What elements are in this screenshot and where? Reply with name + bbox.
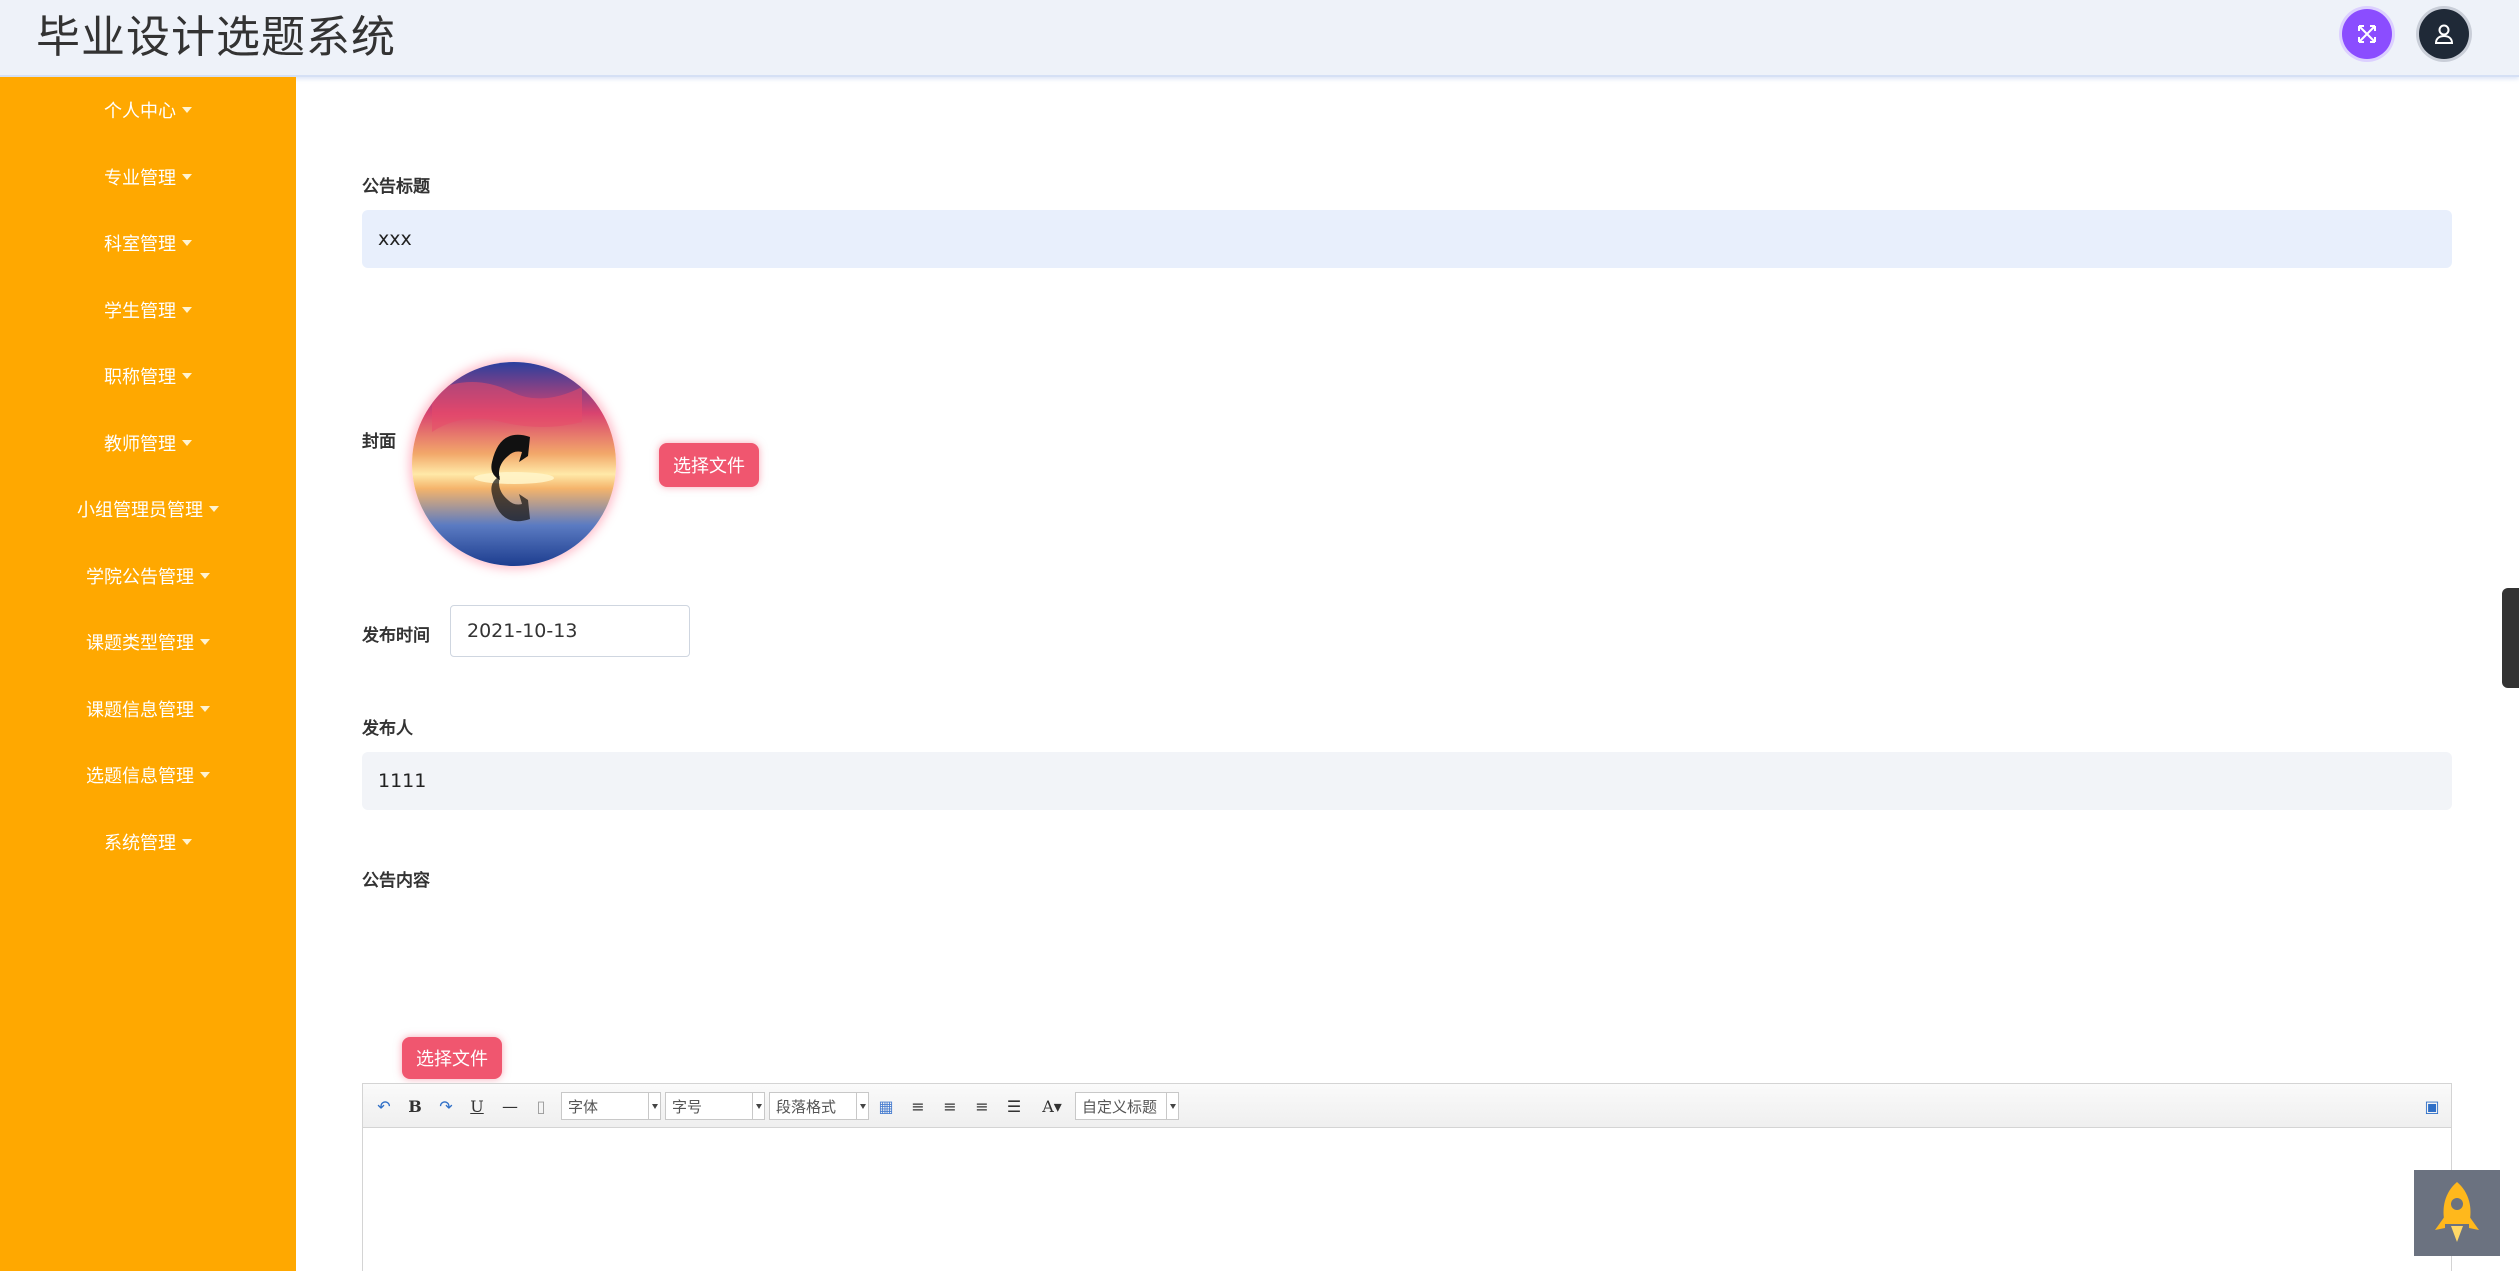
editor-toolbar: ↶ B ↷ U — ▯ 字体 字号 段落格式 ▦ ≡ ≡ ≡ ☰ A▾ 自定义标… <box>363 1084 2451 1128</box>
dropdown-arrow-icon <box>752 1093 764 1119</box>
undo-icon[interactable]: ↶ <box>373 1093 395 1119</box>
caret-down-icon <box>200 573 210 579</box>
font-size-value: 字号 <box>672 1097 703 1116</box>
caret-down-icon <box>182 373 192 379</box>
publisher-input[interactable]: 1111 <box>362 752 2452 810</box>
sidebar-item-label: 专业管理 <box>104 168 176 189</box>
sidebar-item-label: 学生管理 <box>104 301 176 322</box>
rocket-icon <box>2435 1182 2479 1242</box>
expand-icon <box>2358 25 2376 43</box>
caret-down-icon <box>200 706 210 712</box>
custom-title-select[interactable]: 自定义标题 <box>1075 1092 1179 1120</box>
preview-icon[interactable]: ▣ <box>2421 1093 2443 1119</box>
clear-doc-icon[interactable]: ▯ <box>531 1093 551 1119</box>
sidebar-item-topic-info[interactable]: 课题信息管理 <box>0 689 296 729</box>
title-input[interactable]: xxx <box>362 210 2452 268</box>
caret-down-icon <box>182 307 192 313</box>
sidebar-item-label: 教师管理 <box>104 434 176 455</box>
sidebar-item-major[interactable]: 专业管理 <box>0 157 296 197</box>
cover-choose-file-button[interactable]: 选择文件 <box>659 443 759 487</box>
sidebar-item-label: 选题信息管理 <box>86 766 194 787</box>
sidebar: 个人中心 专业管理 科室管理 学生管理 职称管理 教师管理 小组管理员管理 学院… <box>0 77 296 1271</box>
sidebar-item-label: 科室管理 <box>104 234 176 255</box>
content-label: 公告内容 <box>362 871 430 891</box>
content-choose-file-button[interactable]: 选择文件 <box>402 1037 502 1079</box>
caret-down-icon <box>200 639 210 645</box>
sidebar-item-label: 课题类型管理 <box>86 633 194 654</box>
publish-time-input[interactable]: 2021-10-13 <box>450 605 690 657</box>
sidebar-item-label: 个人中心 <box>104 101 176 122</box>
sidebar-item-personal-center[interactable]: 个人中心 <box>0 90 296 130</box>
dropdown-arrow-icon <box>648 1093 660 1119</box>
paragraph-format-value: 段落格式 <box>776 1097 837 1116</box>
caret-down-icon <box>200 772 210 778</box>
publisher-label: 发布人 <box>362 719 413 739</box>
underline-icon[interactable]: U <box>467 1093 487 1119</box>
sidebar-item-topic-type[interactable]: 课题类型管理 <box>0 622 296 662</box>
align-right-icon[interactable]: ≡ <box>939 1093 961 1119</box>
caret-down-icon <box>182 440 192 446</box>
paragraph-format-select[interactable]: 段落格式 <box>769 1092 869 1120</box>
bold-icon[interactable]: B <box>405 1093 425 1119</box>
back-to-top-button[interactable] <box>2414 1170 2500 1256</box>
sidebar-item-system[interactable]: 系统管理 <box>0 822 296 862</box>
sidebar-item-student[interactable]: 学生管理 <box>0 290 296 330</box>
table-icon[interactable]: ▦ <box>875 1093 897 1119</box>
sidebar-item-group-admin[interactable]: 小组管理员管理 <box>0 489 296 529</box>
caret-down-icon <box>182 107 192 113</box>
caret-down-icon <box>182 174 192 180</box>
fullscreen-button[interactable] <box>2342 9 2392 59</box>
sidebar-item-label: 系统管理 <box>104 833 176 854</box>
sidebar-item-selection-info[interactable]: 选题信息管理 <box>0 755 296 795</box>
font-color-icon[interactable]: A▾ <box>1035 1093 1069 1119</box>
rich-text-editor: ↶ B ↷ U — ▯ 字体 字号 段落格式 ▦ ≡ ≡ ≡ ☰ A▾ 自定义标… <box>362 1083 2452 1271</box>
font-size-select[interactable]: 字号 <box>665 1092 765 1120</box>
caret-down-icon <box>182 839 192 845</box>
sidebar-item-label: 学院公告管理 <box>86 567 194 588</box>
font-family-select[interactable]: 字体 <box>561 1092 661 1120</box>
cover-label: 封面 <box>362 432 396 452</box>
align-justify-icon[interactable]: ☰ <box>1003 1093 1025 1119</box>
app-title: 毕业设计选题系统 <box>36 12 396 63</box>
sidebar-item-label: 小组管理员管理 <box>77 500 203 521</box>
dropdown-arrow-icon <box>1166 1093 1178 1119</box>
side-scroll-tab[interactable] <box>2502 588 2519 688</box>
align-center-icon[interactable]: ≡ <box>971 1093 993 1119</box>
top-header: 毕业设计选题系统 <box>0 0 2519 77</box>
align-left-icon[interactable]: ≡ <box>907 1093 929 1119</box>
sidebar-item-department[interactable]: 科室管理 <box>0 223 296 263</box>
cover-image <box>412 362 616 566</box>
publish-time-label: 发布时间 <box>362 626 430 646</box>
horizontal-rule-icon[interactable]: — <box>499 1093 521 1119</box>
caret-down-icon <box>209 506 219 512</box>
user-icon <box>2434 24 2454 44</box>
font-family-value: 字体 <box>568 1097 599 1116</box>
caret-down-icon <box>182 240 192 246</box>
sidebar-item-label: 职称管理 <box>104 367 176 388</box>
sidebar-item-teacher[interactable]: 教师管理 <box>0 423 296 463</box>
sidebar-item-label: 课题信息管理 <box>86 700 194 721</box>
user-menu-button[interactable] <box>2419 9 2469 59</box>
custom-title-value: 自定义标题 <box>1082 1097 1158 1116</box>
dropdown-arrow-icon <box>856 1093 868 1119</box>
sidebar-item-title[interactable]: 职称管理 <box>0 356 296 396</box>
title-label: 公告标题 <box>362 177 430 197</box>
format-painter-icon[interactable]: ↷ <box>435 1093 457 1119</box>
sidebar-item-announcement[interactable]: 学院公告管理 <box>0 556 296 596</box>
